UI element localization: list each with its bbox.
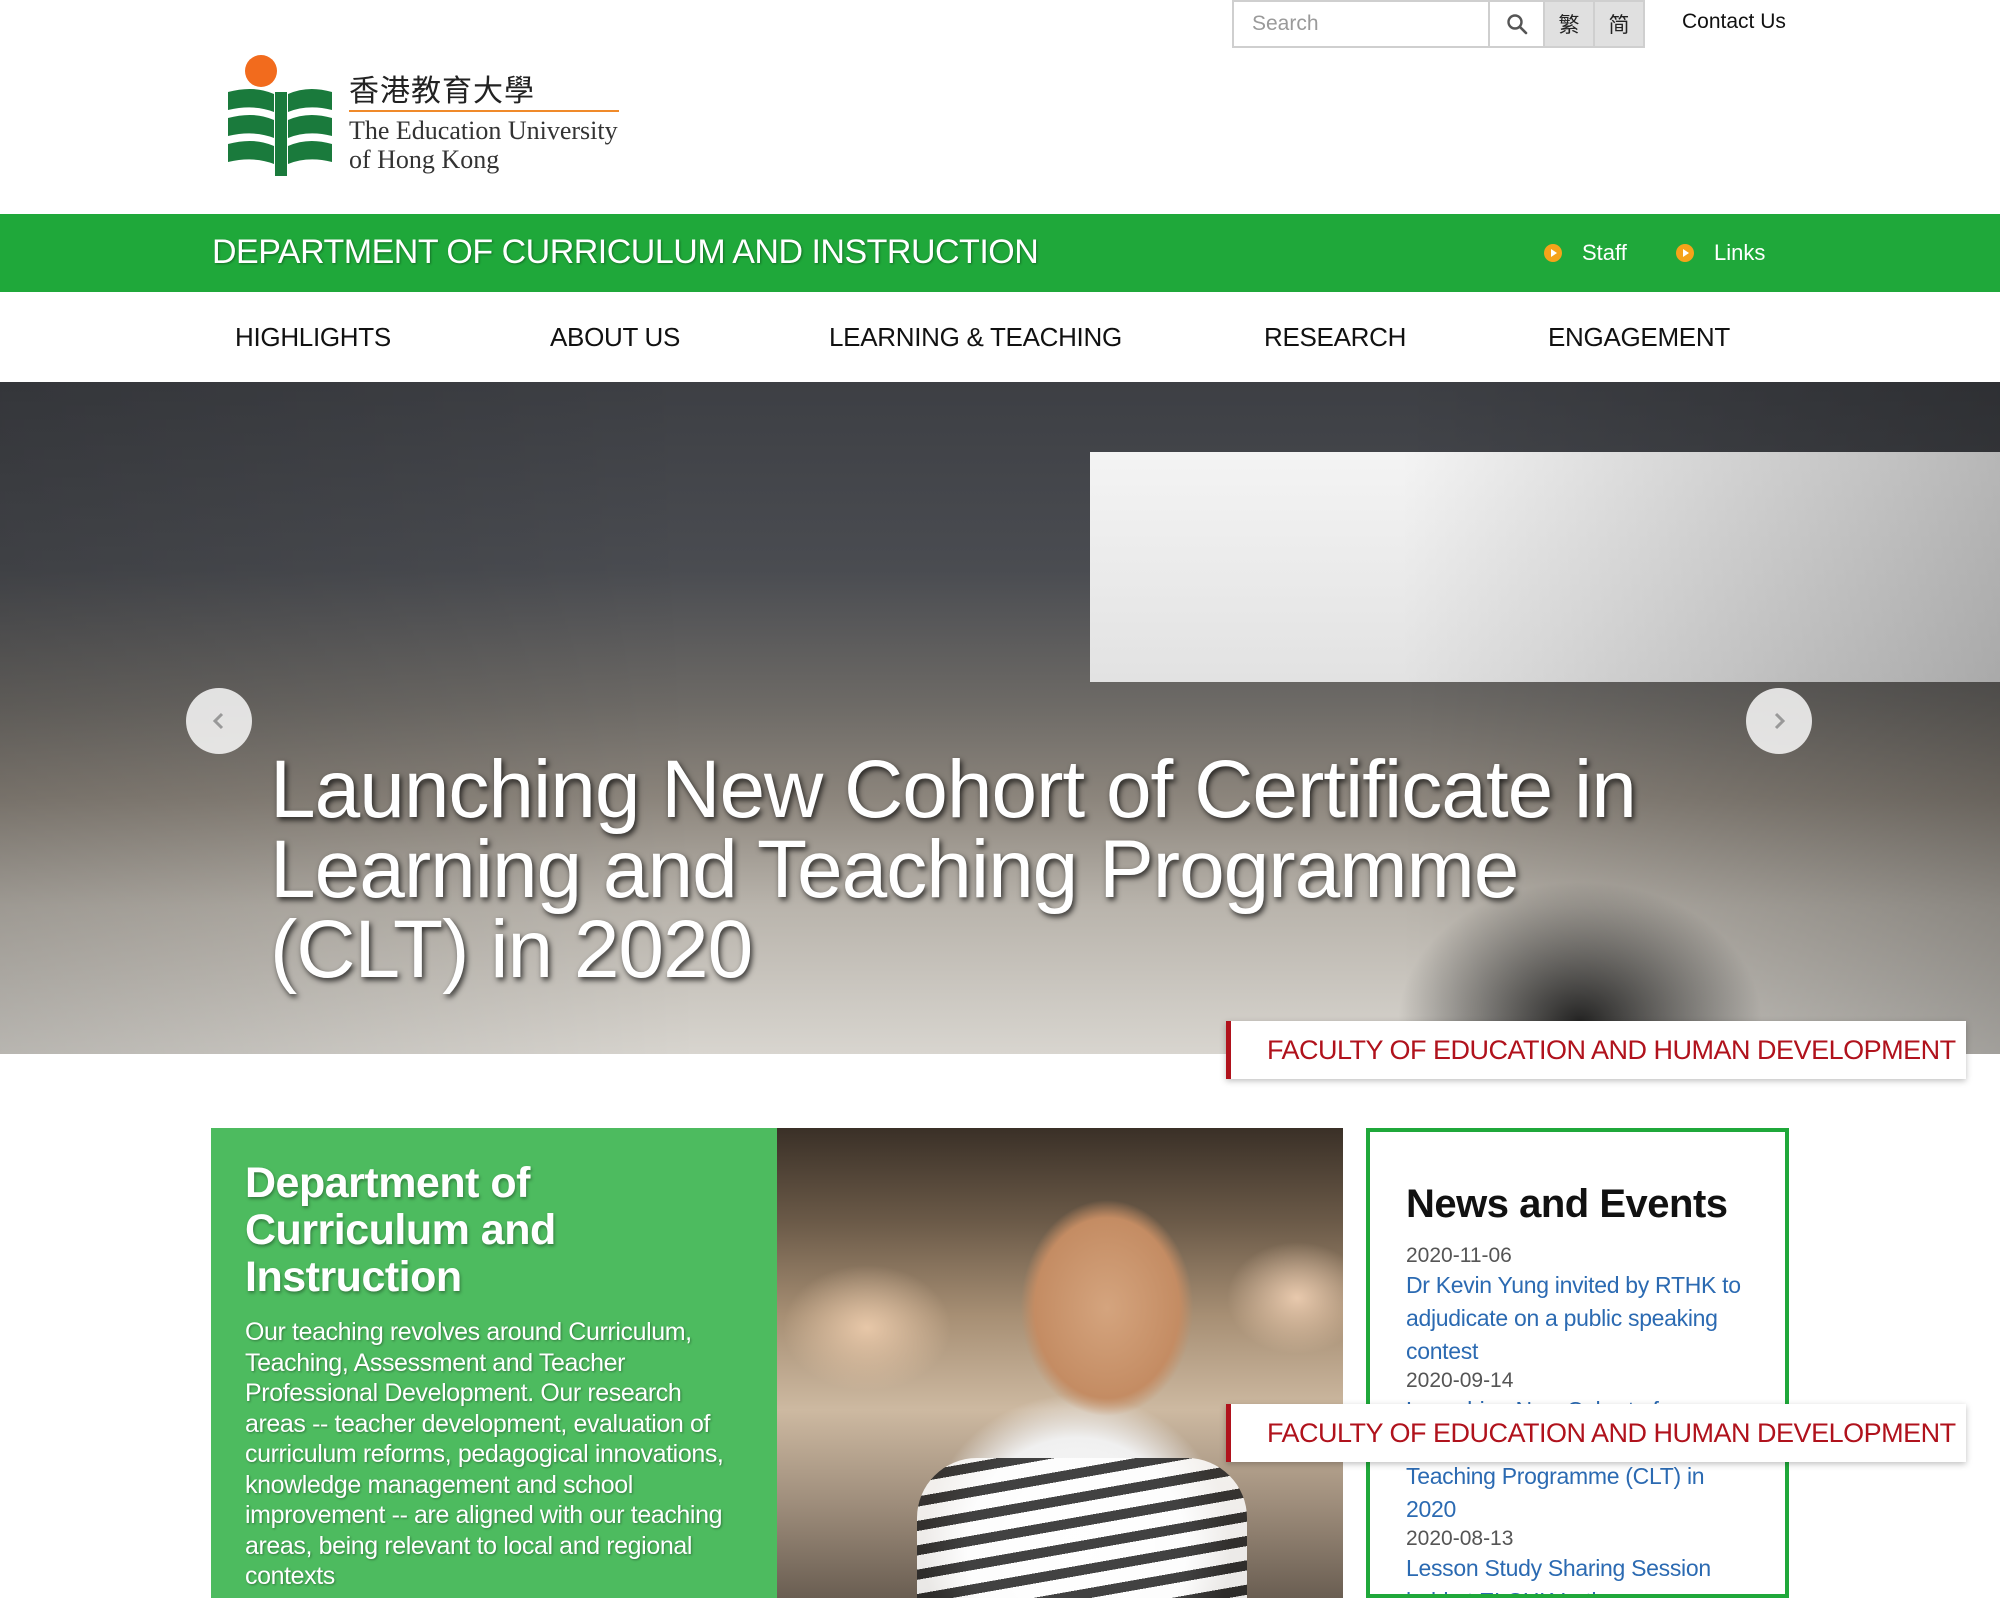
news-events-heading: News and Events (1406, 1182, 1728, 1226)
search-button[interactable] (1488, 0, 1545, 48)
nav-learning-teaching[interactable]: LEARNING & TEACHING (829, 322, 1122, 353)
news-link[interactable]: Dr Kevin Yung invited by RTHK to adjudic… (1406, 1269, 1746, 1368)
nav-about-us[interactable]: ABOUT US (550, 322, 680, 353)
logo-chinese-name: 香港教育大學 (349, 74, 535, 109)
department-intro-text: Our teaching revolves around Curriculum,… (245, 1318, 724, 1590)
university-logo[interactable]: 香港教育大學 The Education University of Hong … (226, 52, 626, 176)
links-link[interactable]: Links (1676, 240, 1765, 266)
hero-carousel[interactable]: Launching New Cohort of Certificate in L… (0, 382, 2000, 1054)
student-photo (777, 1128, 1343, 1598)
logo-english-line1: The Education University (349, 116, 618, 145)
news-date: 2020-08-13 (1406, 1527, 1514, 1550)
nav-highlights[interactable]: HIGHLIGHTS (235, 322, 391, 353)
eduhk-logo-icon (228, 55, 332, 176)
chevron-right-icon (1774, 712, 1786, 730)
search-icon (1506, 14, 1527, 35)
news-date: 2020-11-06 (1406, 1244, 1512, 1267)
play-bullet-icon (1676, 244, 1694, 262)
nav-research[interactable]: RESEARCH (1264, 322, 1406, 353)
main-nav: HIGHLIGHTS ABOUT US LEARNING & TEACHING … (0, 292, 2000, 382)
staff-link-label: Staff (1582, 240, 1627, 265)
department-intro-panel: Department of Curriculum and Instruction… (211, 1128, 777, 1598)
hero-caption[interactable]: Launching New Cohort of Certificate in L… (270, 749, 1720, 991)
logo-english-line2: of Hong Kong (349, 145, 500, 174)
department-intro-title: Department of Curriculum and Instruction (245, 1159, 556, 1301)
news-events-panel: News and Events 2020-11-06 Dr Kevin Yung… (1366, 1128, 1789, 1598)
news-link[interactable]: Lesson Study Sharing Session held at ELC… (1406, 1552, 1746, 1594)
carousel-prev-button[interactable] (186, 688, 252, 754)
contact-us-link[interactable]: Contact Us (1682, 10, 1786, 34)
lang-traditional-button[interactable]: 繁 (1545, 0, 1595, 48)
links-link-label: Links (1714, 240, 1766, 265)
utility-bar: 繁 简 (1232, 0, 1645, 48)
play-bullet-icon (1544, 244, 1562, 262)
faculty-label[interactable]: FACULTY OF EDUCATION AND HUMAN DEVELOPME… (1226, 1021, 1966, 1079)
news-date: 2020-09-14 (1406, 1369, 1514, 1392)
faculty-label-sticky[interactable]: FACULTY OF EDUCATION AND HUMAN DEVELOPME… (1226, 1404, 1966, 1462)
news-item: 2020-08-13 Lesson Study Sharing Session … (1406, 1526, 1785, 1594)
search-input[interactable] (1232, 0, 1488, 48)
department-title[interactable]: DEPARTMENT OF CURRICULUM AND INSTRUCTION (212, 233, 1039, 272)
lang-simplified-button[interactable]: 简 (1595, 0, 1645, 48)
carousel-next-button[interactable] (1746, 688, 1812, 754)
department-bar: DEPARTMENT OF CURRICULUM AND INSTRUCTION… (0, 214, 2000, 292)
chevron-left-icon (212, 712, 224, 730)
nav-engagement[interactable]: ENGAGEMENT (1548, 322, 1730, 353)
logo-divider (349, 110, 619, 112)
news-item: 2020-11-06 Dr Kevin Yung invited by RTHK… (1406, 1243, 1785, 1368)
staff-link[interactable]: Staff (1544, 240, 1627, 266)
